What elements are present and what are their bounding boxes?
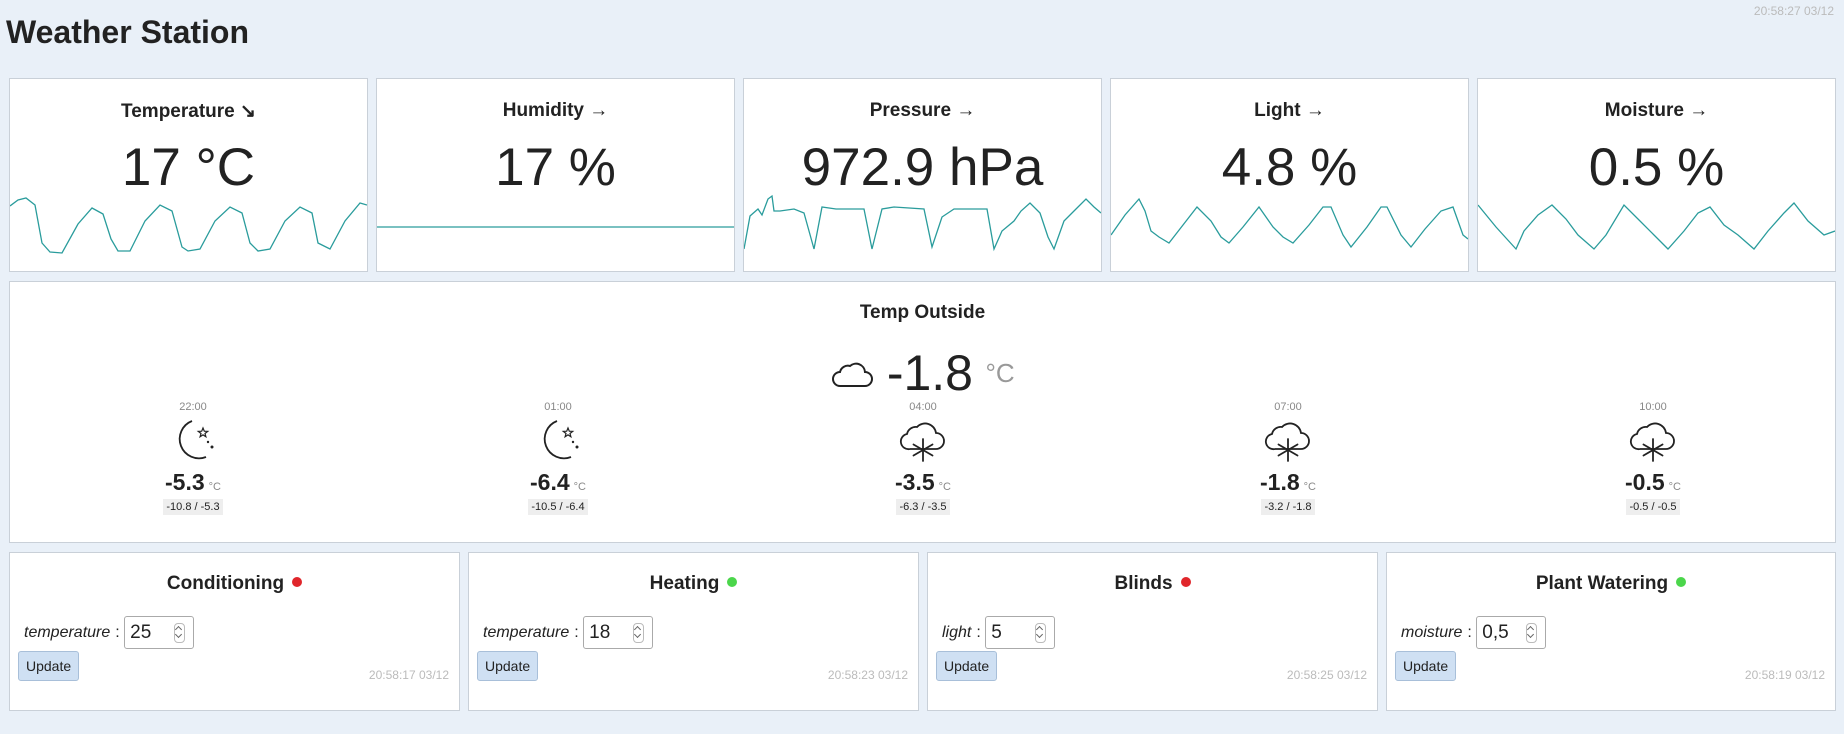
snow-cloud-icon bbox=[899, 422, 945, 462]
device-update-time: 20:58:19 03/12 bbox=[1744, 668, 1825, 682]
forecast-range: -10.8 / -5.3 bbox=[163, 499, 223, 515]
forecast-range: -10.5 / -6.4 bbox=[528, 499, 588, 515]
trend-flat-icon: → bbox=[589, 100, 609, 121]
param-row: light: 5 bbox=[942, 616, 1056, 649]
forecast-time: 01:00 bbox=[544, 401, 572, 413]
forecast-time: 10:00 bbox=[1639, 401, 1667, 413]
sensor-card-temperature: Temperature ↘ 17 °C bbox=[9, 78, 368, 272]
last-update-time: 20:58:27 03/12 bbox=[1753, 4, 1834, 18]
device-title: Conditioning bbox=[10, 573, 459, 595]
device-card-heating: Heating temperature: 18 Update 20:58:23 … bbox=[468, 552, 919, 711]
param-label: temperature bbox=[24, 623, 111, 641]
forecast-item: 10:00 -0.5 °C -0.5 / -0.5 bbox=[1583, 401, 1723, 515]
status-indicator bbox=[292, 576, 303, 587]
sensor-title: Humidity → bbox=[502, 100, 609, 121]
update-button[interactable]: Update bbox=[936, 651, 998, 681]
forecast-item: 07:00 -1.8 °C -3.2 / -1.8 bbox=[1218, 401, 1358, 515]
sensor-title: Moisture → bbox=[1604, 100, 1709, 121]
sensor-title: Light → bbox=[1254, 100, 1325, 121]
device-update-time: 20:58:17 03/12 bbox=[368, 668, 449, 682]
device-title: Blinds bbox=[928, 573, 1377, 595]
device-title: Heating bbox=[469, 573, 918, 595]
update-button[interactable]: Update bbox=[477, 651, 539, 681]
temp-outside-title: Temp Outside bbox=[859, 302, 986, 323]
device-card-plant-watering: Plant Watering moisture: 0,5 Update 20:5… bbox=[1386, 552, 1836, 711]
forecast-range: -0.5 / -0.5 bbox=[1626, 499, 1680, 515]
sparkline bbox=[1111, 197, 1468, 249]
forecast-time: 07:00 bbox=[1274, 401, 1302, 413]
sparkline bbox=[1478, 202, 1835, 251]
param-label: light bbox=[942, 623, 972, 641]
sensor-value: 17 % bbox=[495, 138, 616, 197]
forecast-time: 04:00 bbox=[909, 401, 937, 413]
sensor-value: 0.5 % bbox=[1588, 138, 1725, 197]
status-indicator bbox=[1180, 576, 1191, 587]
param-row: moisture: 0,5 bbox=[1401, 616, 1547, 649]
forecast-temp: -6.4 °C bbox=[530, 469, 586, 495]
forecast-temp: -0.5 °C bbox=[1625, 469, 1681, 495]
moon-stars-icon bbox=[543, 420, 579, 460]
param-label: moisture bbox=[1401, 623, 1463, 641]
forecast-temp: -3.5 °C bbox=[895, 469, 951, 495]
forecast-time: 22:00 bbox=[179, 401, 207, 413]
sensor-card-pressure: Pressure → 972.9 hPa bbox=[743, 78, 1102, 272]
temperature-input[interactable]: 25 bbox=[124, 616, 195, 649]
update-button[interactable]: Update bbox=[1395, 651, 1457, 681]
sparkline bbox=[744, 194, 1101, 252]
device-card-conditioning: Conditioning temperature: 25 Update 20:5… bbox=[9, 552, 460, 711]
status-indicator bbox=[727, 576, 738, 587]
snow-cloud-icon bbox=[1629, 422, 1675, 462]
current-outside-temp: -1.8 °C bbox=[10, 344, 1835, 402]
stepper-icon[interactable] bbox=[174, 622, 186, 643]
device-update-time: 20:58:25 03/12 bbox=[1286, 668, 1367, 682]
sensor-card-moisture: Moisture → 0.5 % bbox=[1477, 78, 1836, 272]
forecast-temp: -5.3 °C bbox=[165, 469, 221, 495]
page-title: Weather Station bbox=[6, 14, 249, 50]
stepper-icon[interactable] bbox=[1035, 622, 1047, 643]
sparkline bbox=[377, 226, 734, 228]
sensor-value: 4.8 % bbox=[1221, 138, 1358, 197]
status-indicator bbox=[1676, 576, 1687, 587]
outside-temp-value: -1.8 bbox=[886, 345, 973, 401]
sensor-card-light: Light → 4.8 % bbox=[1110, 78, 1469, 272]
sensor-value: 972.9 hPa bbox=[801, 138, 1044, 197]
stepper-icon[interactable] bbox=[633, 622, 645, 643]
forecast-range: -3.2 / -1.8 bbox=[1261, 499, 1315, 515]
trend-flat-icon: → bbox=[1689, 100, 1709, 121]
update-button[interactable]: Update bbox=[18, 651, 80, 681]
forecast-item: 22:00 -5.3 °C -10.8 / -5.3 bbox=[123, 401, 263, 515]
stepper-icon[interactable] bbox=[1526, 622, 1538, 643]
trend-flat-icon: → bbox=[956, 100, 976, 121]
forecast-temp: -1.8 °C bbox=[1260, 469, 1316, 495]
moon-stars-icon bbox=[178, 420, 214, 460]
temperature-input[interactable]: 18 bbox=[583, 616, 654, 649]
param-row: temperature: 25 bbox=[24, 616, 195, 649]
cloud-icon bbox=[832, 362, 874, 387]
trend-flat-icon: → bbox=[1305, 100, 1325, 121]
snow-cloud-icon bbox=[1264, 422, 1310, 462]
sensor-title: Temperature ↘ bbox=[121, 101, 256, 122]
forecast-item: 04:00 -3.5 °C -6.3 / -3.5 bbox=[853, 401, 993, 515]
param-row: temperature: 18 bbox=[483, 616, 654, 649]
outside-temp-unit: °C bbox=[985, 357, 1015, 388]
sensor-card-humidity: Humidity → 17 % bbox=[376, 78, 735, 272]
param-label: temperature bbox=[483, 623, 570, 641]
forecast-range: -6.3 / -3.5 bbox=[896, 499, 950, 515]
forecast-item: 01:00 -6.4 °C -10.5 / -6.4 bbox=[488, 401, 628, 515]
sparkline bbox=[10, 197, 367, 254]
device-card-blinds: Blinds light: 5 Update 20:58:25 03/12 bbox=[927, 552, 1378, 711]
sensor-value: 17 °C bbox=[121, 138, 256, 197]
sensor-title: Pressure → bbox=[869, 100, 976, 121]
device-title: Plant Watering bbox=[1387, 573, 1835, 595]
trend-down-icon: ↘ bbox=[240, 101, 256, 122]
moisture-input[interactable]: 0,5 bbox=[1476, 616, 1547, 649]
temp-outside-card: Temp Outside -1.8 °C 22:00 -5.3 °C -10.8 … bbox=[9, 281, 1836, 543]
light-input[interactable]: 5 bbox=[985, 616, 1056, 649]
device-update-time: 20:58:23 03/12 bbox=[827, 668, 908, 682]
